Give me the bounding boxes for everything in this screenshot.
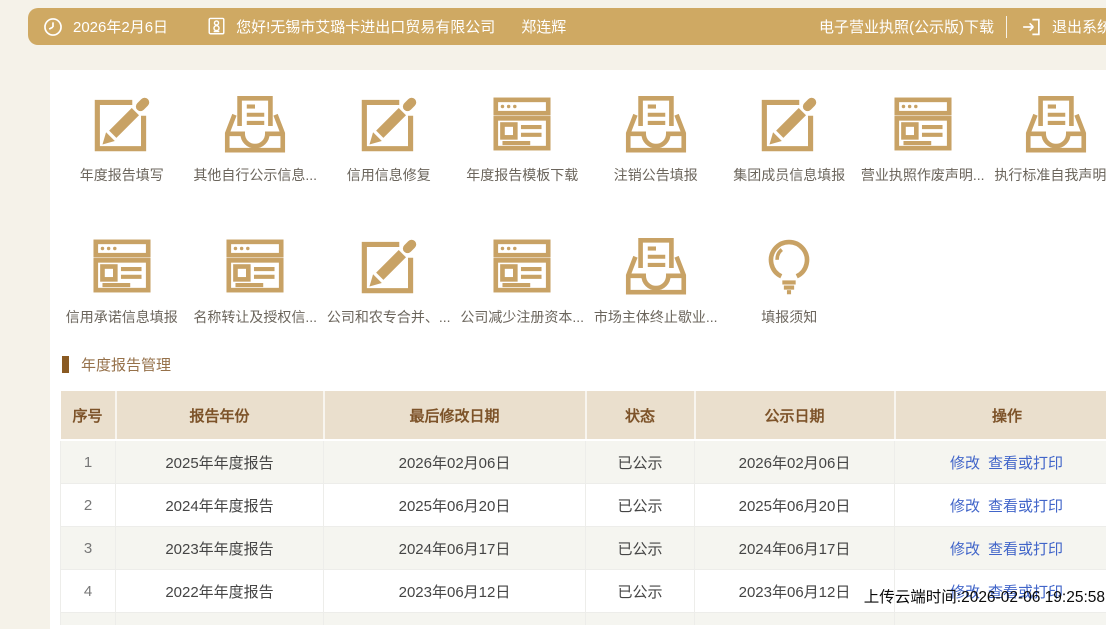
cell-no: 1: [61, 440, 116, 484]
shortcut-item[interactable]: 公司和农专合并、...: [322, 228, 456, 327]
edit-icon: [351, 228, 426, 303]
shortcut-label: 信用承诺信息填报: [66, 307, 178, 327]
inbox-icon: [218, 86, 293, 161]
modify-link[interactable]: 修改: [950, 541, 980, 558]
license-download-link[interactable]: 电子营业执照(公示版)下载: [819, 16, 994, 37]
shortcut-row-2: 信用承诺信息填报 名称转让及授权信... 公司和农专合并、... 公司减少注册资…: [55, 228, 856, 327]
topbar-divider: [1006, 16, 1007, 38]
browser-icon: [485, 86, 560, 161]
section-title: 年度报告管理: [81, 354, 171, 375]
shortcut-label: 信用信息修复: [347, 165, 431, 185]
cell-publish-date: 2024年06月17日: [695, 527, 895, 570]
shortcut-label: 市场主体终止歇业...: [594, 307, 718, 327]
shortcut-label: 执行标准自我声明...: [994, 165, 1106, 185]
browser-icon: [218, 228, 293, 303]
clock-icon: [42, 16, 64, 38]
logout-button[interactable]: 退出系统: [1052, 16, 1106, 37]
column-header: 公示日期: [695, 391, 895, 440]
view-print-link[interactable]: 查看或打印: [988, 498, 1063, 515]
shortcut-label: 公司减少注册资本...: [460, 307, 584, 327]
cell-status: 已公示: [586, 440, 695, 484]
table-row-partial: [61, 613, 1106, 626]
shortcut-item[interactable]: 营业执照作废声明...: [856, 86, 990, 185]
shortcut-item[interactable]: 注销公告填报: [589, 86, 723, 185]
view-print-link[interactable]: 查看或打印: [988, 455, 1063, 472]
inbox-icon: [618, 86, 693, 161]
browser-icon: [84, 228, 159, 303]
shortcut-item[interactable]: 名称转让及授权信...: [189, 228, 323, 327]
inbox-icon: [1019, 86, 1094, 161]
shortcut-item[interactable]: 公司减少注册资本...: [456, 228, 590, 327]
shortcut-label: 其他自行公示信息...: [193, 165, 317, 185]
cell-report-year: 2025年年度报告: [116, 440, 324, 484]
user-name: 郑连辉: [521, 16, 566, 37]
cell-status: 已公示: [586, 484, 695, 527]
shortcut-item[interactable]: 执行标准自我声明...: [990, 86, 1106, 185]
shortcut-label: 公司和农专合并、...: [327, 307, 451, 327]
column-header: 序号: [61, 391, 116, 440]
logout-icon[interactable]: [1019, 15, 1043, 39]
shortcut-item[interactable]: 其他自行公示信息...: [189, 86, 323, 185]
edit-icon: [752, 86, 827, 161]
browser-icon: [885, 86, 960, 161]
shortcut-label: 年度报告填写: [80, 165, 164, 185]
cell-status: 已公示: [586, 570, 695, 613]
modify-link[interactable]: 修改: [950, 455, 980, 472]
edit-icon: [84, 86, 159, 161]
shortcut-item[interactable]: 集团成员信息填报: [723, 86, 857, 185]
current-date: 2026年2月6日: [73, 16, 168, 37]
column-header: 操作: [895, 391, 1106, 440]
shortcut-item[interactable]: 年度报告填写: [55, 86, 189, 185]
shortcut-item[interactable]: 信用信息修复: [322, 86, 456, 185]
cell-no: 2: [61, 484, 116, 527]
cell-actions: 修改查看或打印: [895, 484, 1106, 527]
shortcut-label: 年度报告模板下载: [466, 165, 578, 185]
modify-link[interactable]: 修改: [950, 498, 980, 515]
shortcut-row-1: 年度报告填写 其他自行公示信息... 信用信息修复 年度报告模板下载 注销公告填…: [55, 86, 1106, 185]
shortcut-label: 填报须知: [761, 307, 817, 327]
inbox-icon: [618, 228, 693, 303]
cell-no: 4: [61, 570, 116, 613]
report-table-header-row: 序号报告年份最后修改日期状态公示日期操作: [61, 391, 1106, 440]
shortcut-label: 名称转让及授权信...: [193, 307, 317, 327]
cell-status: 已公示: [586, 527, 695, 570]
cell-report-year: 2022年年度报告: [116, 570, 324, 613]
shortcut-item[interactable]: 信用承诺信息填报: [55, 228, 189, 327]
cell-report-year: 2023年年度报告: [116, 527, 324, 570]
table-row: 12025年年度报告2026年02月06日已公示2026年02月06日修改查看或…: [61, 440, 1106, 484]
top-bar: 2026年2月6日 您好!无锡市艾璐卡进出口贸易有限公司 郑连辉 电子营业执照(…: [28, 8, 1106, 45]
table-row: 32023年年度报告2024年06月17日已公示2024年06月17日修改查看或…: [61, 527, 1106, 570]
column-header: 状态: [586, 391, 695, 440]
cell-actions: 修改查看或打印: [895, 440, 1106, 484]
shortcut-label: 营业执照作废声明...: [861, 165, 985, 185]
column-header: 最后修改日期: [324, 391, 586, 440]
shortcut-item[interactable]: 年度报告模板下载: [456, 86, 590, 185]
user-badge-icon: [206, 16, 227, 37]
shortcut-label: 注销公告填报: [614, 165, 698, 185]
cell-actions: 修改查看或打印: [895, 527, 1106, 570]
bulb-icon: [752, 228, 827, 303]
cell-modified-date: 2023年06月12日: [324, 570, 586, 613]
table-row: 22024年年度报告2025年06月20日已公示2025年06月20日修改查看或…: [61, 484, 1106, 527]
column-header: 报告年份: [116, 391, 324, 440]
greeting-company: 您好!无锡市艾璐卡进出口贸易有限公司: [236, 16, 495, 37]
view-print-link[interactable]: 查看或打印: [988, 541, 1063, 558]
cell-no: 3: [61, 527, 116, 570]
cell-modified-date: 2026年02月06日: [324, 440, 586, 484]
edit-icon: [351, 86, 426, 161]
cell-modified-date: 2024年06月17日: [324, 527, 586, 570]
upload-time-overlay: 上传云端时间:2026-02-06 19:25:58: [864, 585, 1105, 607]
cell-publish-date: 2025年06月20日: [695, 484, 895, 527]
shortcut-item[interactable]: 填报须知: [723, 228, 857, 327]
cell-publish-date: 2026年02月06日: [695, 440, 895, 484]
cell-report-year: 2024年年度报告: [116, 484, 324, 527]
browser-icon: [485, 228, 560, 303]
cell-modified-date: 2025年06月20日: [324, 484, 586, 527]
annual-report-section-header: 年度报告管理: [62, 354, 171, 375]
section-marker-bar: [62, 356, 69, 373]
shortcut-label: 集团成员信息填报: [733, 165, 845, 185]
shortcut-item[interactable]: 市场主体终止歇业...: [589, 228, 723, 327]
